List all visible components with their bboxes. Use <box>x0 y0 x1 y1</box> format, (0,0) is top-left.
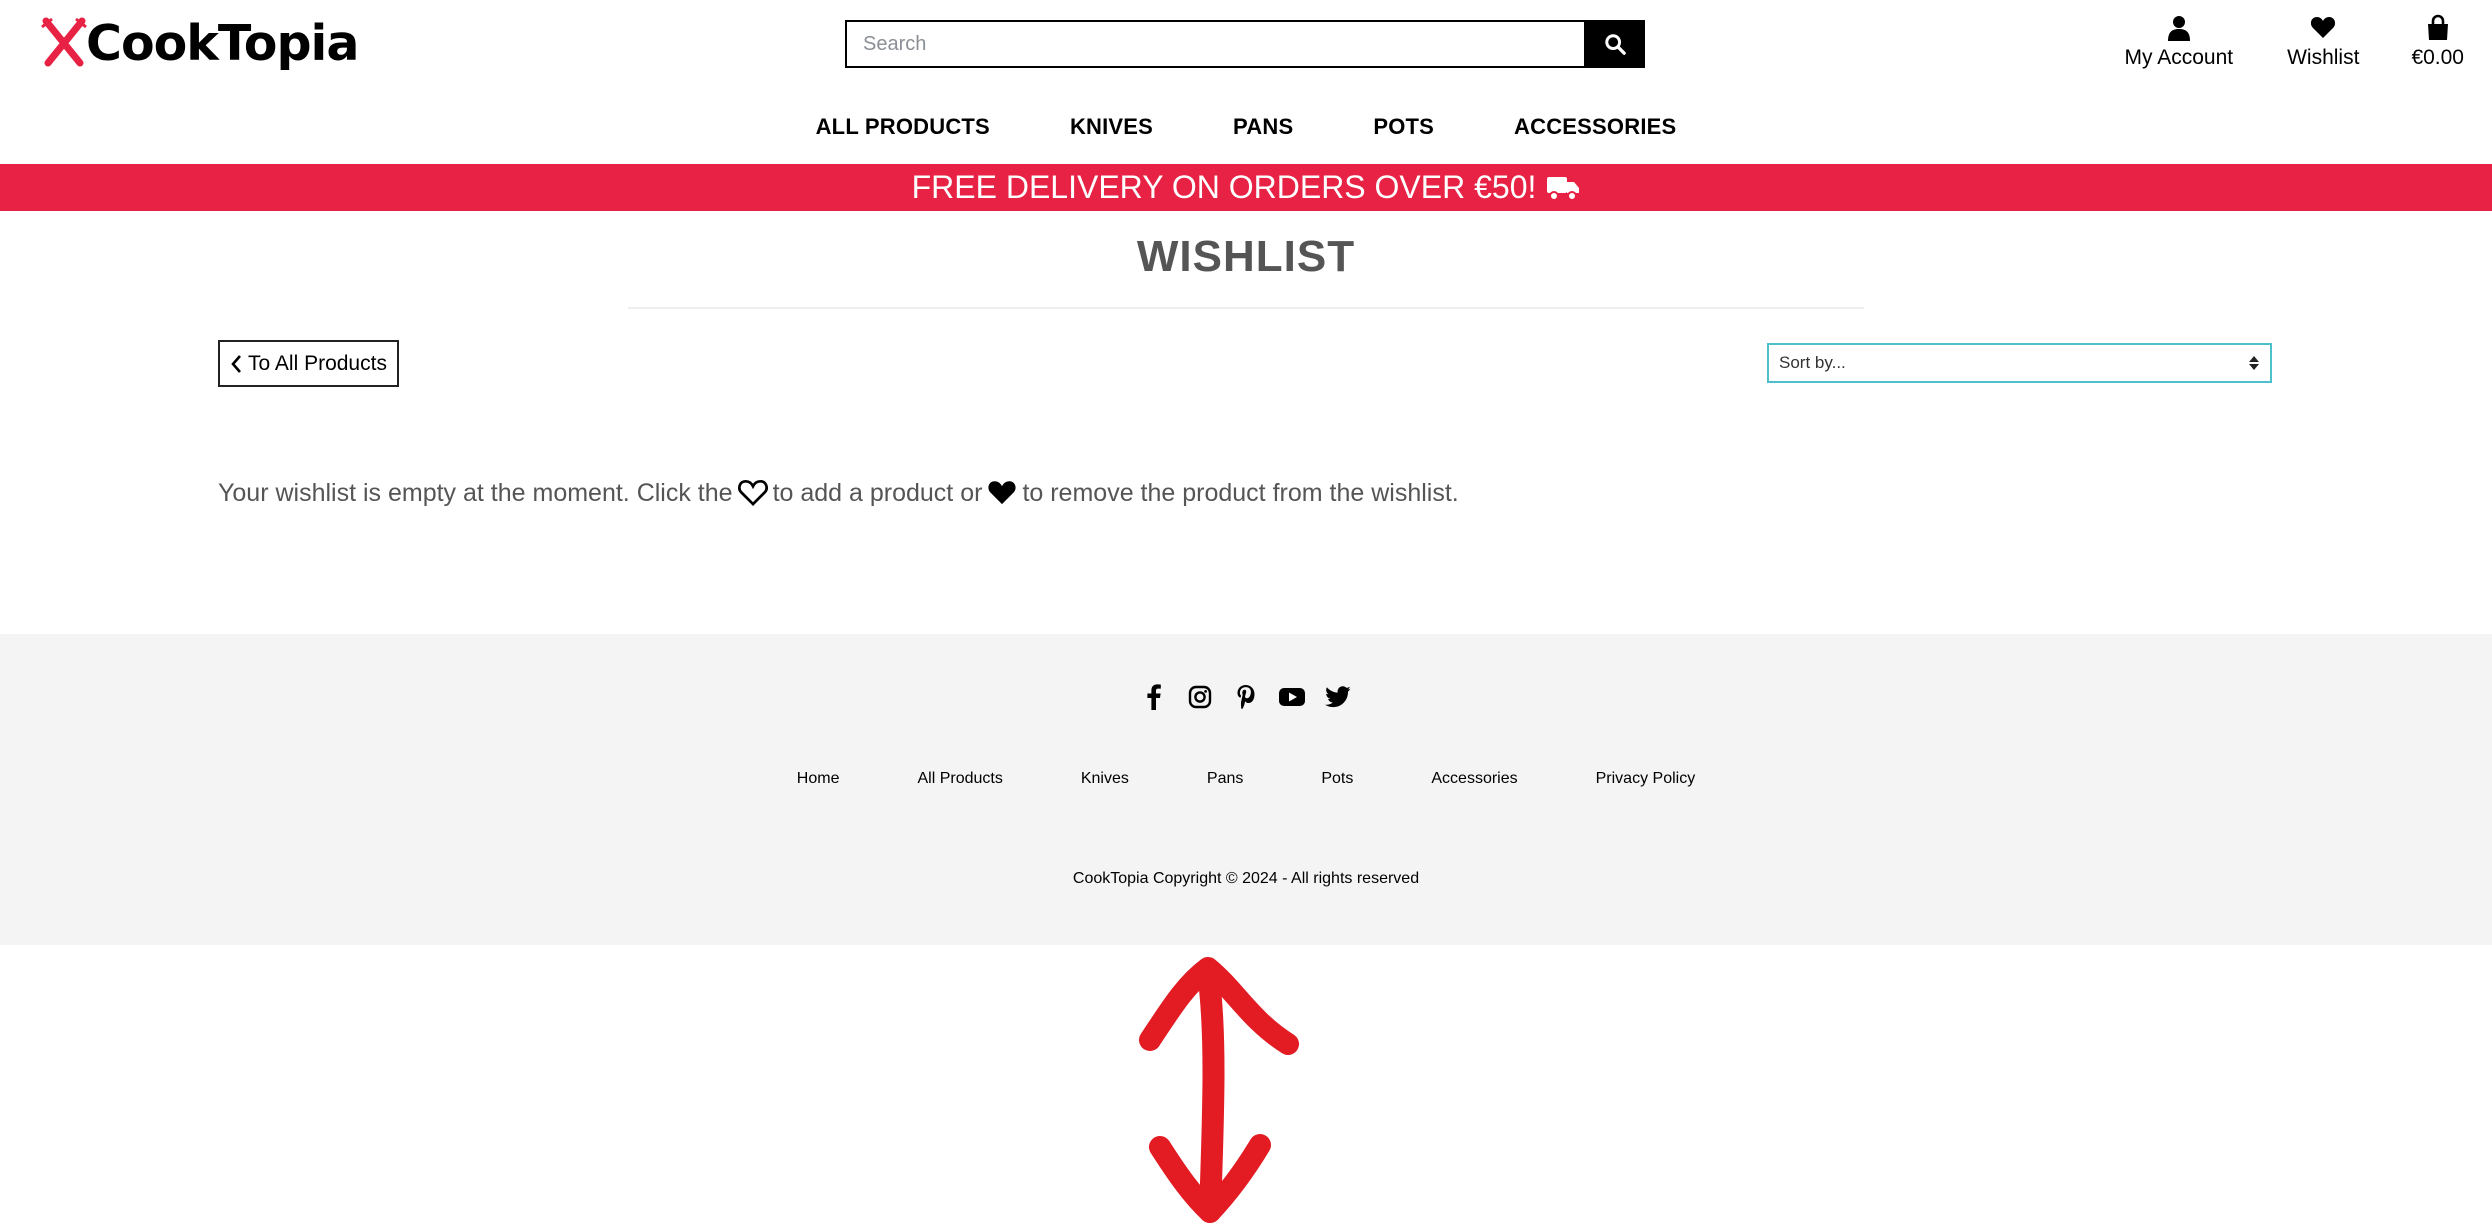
empty-message-part-3: to remove the product from the wishlist. <box>1022 478 1459 507</box>
header-links: My Account Wishlist €0.00 <box>2125 14 2464 70</box>
my-account-label: My Account <box>2124 46 2234 69</box>
main-navigation: ALL PRODUCTS KNIVES PANS POTS ACCESSORIE… <box>0 114 2492 140</box>
pinterest-icon[interactable] <box>1223 684 1269 710</box>
footer-link-home[interactable]: Home <box>758 770 879 788</box>
back-button-label: To All Products <box>248 351 387 375</box>
copyright-text: CookTopia Copyright © 2024 - All rights … <box>1072 870 1420 887</box>
footer-link-privacy-policy[interactable]: Privacy Policy <box>1557 770 1735 788</box>
banner-text: FREE DELIVERY ON ORDERS OVER €50! <box>911 169 1537 205</box>
footer-link-pots[interactable]: Pots <box>1282 770 1392 788</box>
sort-select[interactable]: Sort by... <box>1767 343 2272 383</box>
sort-select-value: Sort by... <box>1779 353 1846 372</box>
shopping-bag-link[interactable]: €0.00 <box>2411 14 2464 70</box>
page: CookTopia My Account Wishlist <box>0 0 2492 1230</box>
empty-message-part-2: to add a product or <box>772 478 983 507</box>
footer-navigation: Home All Products Knives Pans Pots Acces… <box>0 770 2492 788</box>
search-bar <box>845 20 1645 68</box>
heart-filled-icon <box>988 481 1017 505</box>
nav-pans[interactable]: PANS <box>1193 114 1333 140</box>
facebook-icon[interactable] <box>1131 684 1177 710</box>
footer-link-all-products[interactable]: All Products <box>878 770 1041 788</box>
bag-total: €0.00 <box>2411 46 2464 69</box>
search-input[interactable] <box>845 20 1584 68</box>
nav-all-products[interactable]: ALL PRODUCTS <box>776 114 1030 140</box>
crossed-knives-icon <box>41 17 87 67</box>
site-logo[interactable]: CookTopia <box>36 14 359 72</box>
nav-pots[interactable]: POTS <box>1333 114 1474 140</box>
brand-name: CookTopia <box>86 14 359 72</box>
youtube-icon[interactable] <box>1269 684 1315 710</box>
wishlist-link[interactable]: Wishlist <box>2287 14 2359 70</box>
back-to-products-button[interactable]: To All Products <box>218 340 399 387</box>
footer-link-knives[interactable]: Knives <box>1042 770 1168 788</box>
shopping-bag-icon <box>2427 14 2448 40</box>
twitter-icon[interactable] <box>1315 684 1361 710</box>
red-double-arrow-icon <box>1139 957 1299 1223</box>
footer-link-pans[interactable]: Pans <box>1168 770 1282 788</box>
my-account-link[interactable]: My Account <box>2124 14 2234 70</box>
search-icon <box>1604 34 1626 55</box>
wishlist-label: Wishlist <box>2287 46 2360 69</box>
truck-icon <box>1547 176 1580 201</box>
nav-accessories[interactable]: ACCESSORIES <box>1474 114 1716 140</box>
empty-wishlist-message: Your wishlist is empty at the moment. Cl… <box>218 478 1459 508</box>
page-title: WISHLIST <box>1136 232 1356 281</box>
site-footer: Home All Products Knives Pans Pots Acces… <box>0 634 2492 945</box>
heart-icon <box>2311 17 2336 38</box>
delivery-banner: FREE DELIVERY ON ORDERS OVER €50! <box>0 164 2492 211</box>
footer-link-accessories[interactable]: Accessories <box>1392 770 1556 788</box>
chevron-left-icon <box>231 354 242 373</box>
nav-knives[interactable]: KNIVES <box>1030 114 1193 140</box>
instagram-icon[interactable] <box>1177 684 1223 710</box>
title-divider <box>628 307 1864 309</box>
user-icon <box>2167 16 2190 41</box>
social-links <box>0 684 2492 710</box>
sort-caret-icon <box>2249 356 2259 370</box>
search-button[interactable] <box>1584 20 1645 68</box>
heart-outline-icon <box>737 479 768 506</box>
empty-message-part-1: Your wishlist is empty at the moment. Cl… <box>218 478 733 507</box>
